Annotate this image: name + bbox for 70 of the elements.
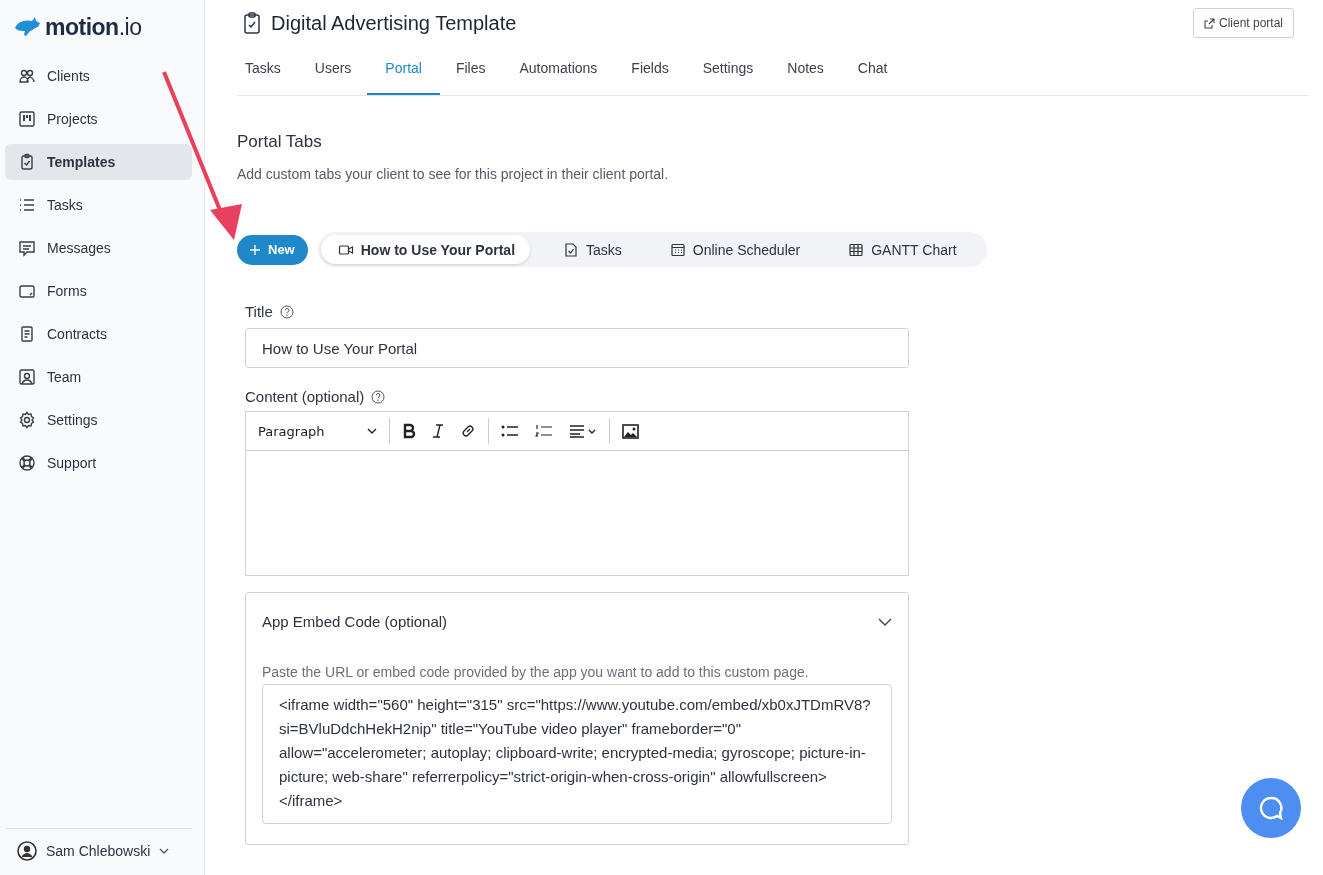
external-link-icon: [1203, 17, 1215, 29]
nav-icon: [18, 454, 36, 472]
tab[interactable]: Portal: [367, 46, 440, 95]
chevron-down-icon: [367, 428, 377, 434]
nav-icon: [18, 153, 36, 171]
sidebar-item[interactable]: Projects: [5, 101, 192, 137]
nav-icon: [18, 110, 36, 128]
sidebar-item[interactable]: Team: [5, 359, 192, 395]
user-menu[interactable]: Sam Chlebowski: [5, 837, 182, 865]
tab[interactable]: Chat: [853, 46, 892, 95]
page-title: Digital Advertising Template: [271, 11, 518, 35]
bold-icon: [402, 423, 416, 439]
embed-code-field[interactable]: <iframe width="560" height="315" src="https://www.youtube.com/embed/xb0xJTDmRV8?si=BVluDdchHekH2nip" title="YouTube video player" frameborder="0" allow="accelerometer; autoplay; clipboard-write; encrypted-media; gyroscope; picture-in-picture; web-share" referrerpolicy="strict-origin-when-cross-origin" allowfullscreen></iframe>: [262, 684, 892, 824]
nav-icon: [18, 368, 36, 386]
brand-name: motion.io: [45, 13, 142, 41]
nav-icon: [18, 67, 36, 85]
custom-tab[interactable]: Online Scheduler: [652, 235, 816, 264]
section-heading: Portal Tabs: [237, 132, 323, 152]
nav-icon: [18, 239, 36, 257]
block-format-dropdown[interactable]: Paragraph: [250, 423, 385, 439]
rich-text-editor[interactable]: Paragraph: [245, 411, 909, 576]
align-left-icon: [569, 424, 597, 438]
nav-icon: [18, 196, 36, 214]
new-button[interactable]: New: [237, 234, 308, 265]
sidebar-item[interactable]: Clients: [5, 58, 192, 94]
custom-tab[interactable]: How to Use Your Portal: [320, 235, 530, 264]
sidebar-item[interactable]: Contracts: [5, 316, 192, 352]
bullet-list-icon: [501, 424, 519, 438]
help-icon: [279, 304, 294, 319]
chevron-down-icon: [159, 848, 170, 854]
help-chat-button[interactable]: [1241, 778, 1301, 838]
sidebar-item[interactable]: Support: [5, 445, 192, 481]
clipboard-icon: [243, 12, 261, 34]
tasks-icon: [563, 241, 579, 258]
embed-hint: Paste the URL or embed code provided by the app you want to add to this custom page.: [262, 664, 810, 680]
help-icon: [371, 389, 386, 404]
field-label: Content (optional): [245, 388, 365, 405]
custom-tab[interactable]: Tasks: [546, 235, 637, 264]
chat-bubble-icon: [1258, 795, 1284, 821]
numbered-list-icon: [535, 424, 553, 438]
custom-tab[interactable]: GANTT Chart: [831, 235, 972, 264]
tab[interactable]: Fields: [627, 46, 673, 95]
sidebar-item[interactable]: Settings: [5, 402, 192, 438]
tab[interactable]: Tasks: [241, 46, 285, 95]
section-description: Add custom tabs your client to see for this project in their client portal.: [237, 166, 670, 182]
calendar-icon: [669, 241, 686, 258]
sidebar-item[interactable]: Tasks: [5, 187, 192, 223]
title-input[interactable]: How to Use Your Portal: [245, 328, 909, 368]
user-avatar-icon: [17, 841, 37, 861]
image-icon: [622, 423, 639, 439]
sidebar-item[interactable]: Forms: [5, 273, 192, 309]
sidebar-item[interactable]: Messages: [5, 230, 192, 266]
nav-icon: [18, 325, 36, 343]
field-label: Title: [245, 303, 273, 320]
nav-icon: [18, 282, 36, 300]
sidebar-item[interactable]: Templates: [5, 144, 192, 180]
embed-code-toggle[interactable]: App Embed Code (optional): [262, 593, 892, 652]
link-icon: [460, 423, 476, 439]
tab[interactable]: Files: [451, 46, 490, 95]
nav-icon: [18, 411, 36, 429]
tab[interactable]: Settings: [698, 46, 758, 95]
plus-icon: [250, 244, 260, 255]
tab[interactable]: Notes: [783, 46, 828, 95]
tab[interactable]: Automations: [515, 46, 602, 95]
client-portal-button[interactable]: Client portal: [1192, 8, 1294, 38]
table-icon: [848, 241, 865, 258]
rabbit-logo-icon: [13, 16, 41, 38]
chevron-icon: [878, 617, 892, 626]
italic-icon: [432, 423, 444, 439]
tab[interactable]: Users: [310, 46, 356, 95]
